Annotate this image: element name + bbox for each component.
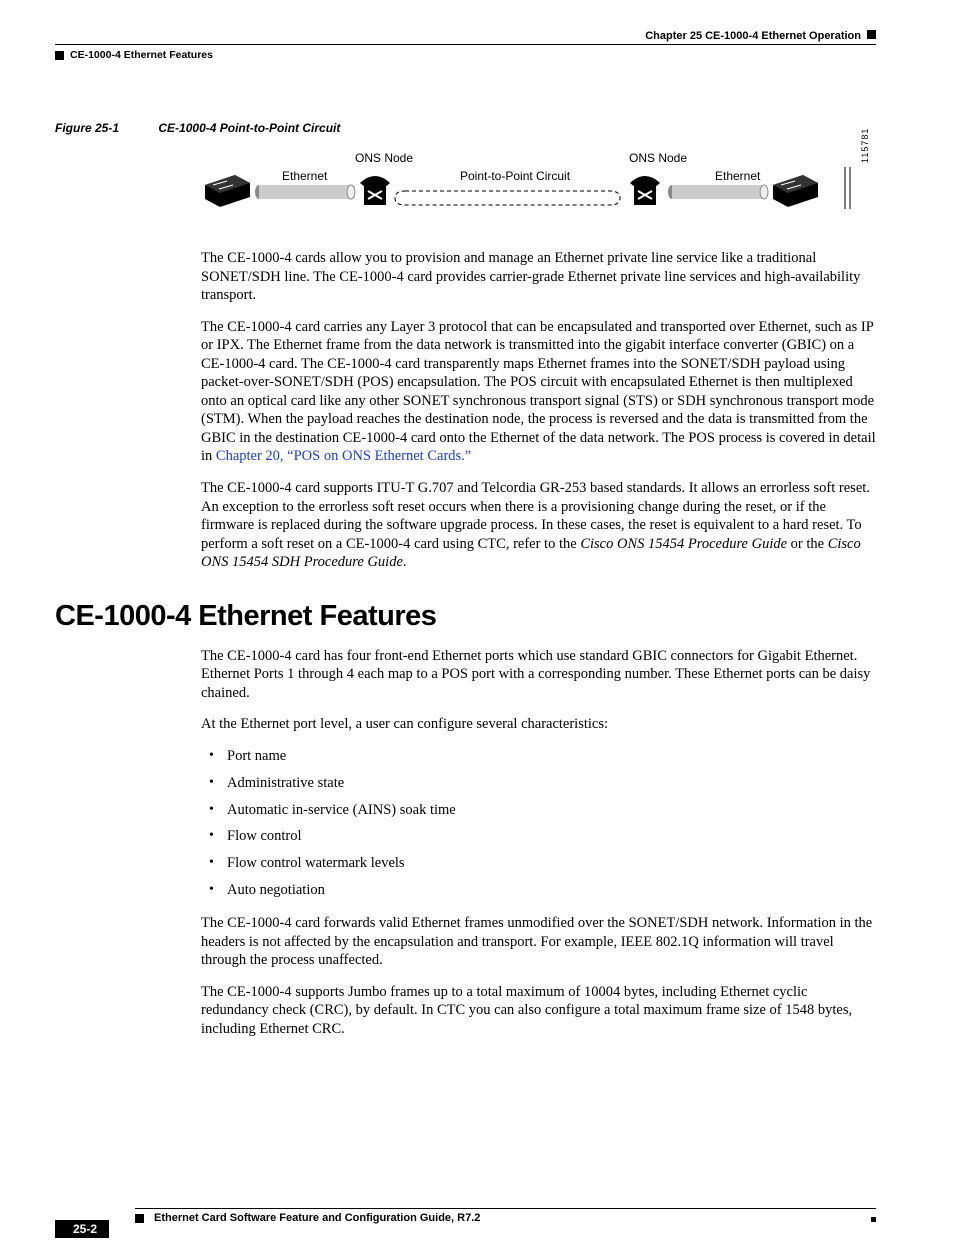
paragraph: The CE-1000-4 card carries any Layer 3 p… bbox=[201, 318, 876, 466]
paragraph: The CE-1000-4 card supports ITU-T G.707 … bbox=[201, 479, 876, 572]
section-label: CE-1000-4 Ethernet Features bbox=[70, 49, 213, 61]
section-heading: CE-1000-4 Ethernet Features bbox=[55, 600, 876, 633]
figure-diagram: ONS Node ONS Node Ethernet Ethernet Poin… bbox=[205, 155, 876, 225]
page-number: 25-2 bbox=[55, 1220, 109, 1238]
guide-title: Ethernet Card Software Feature and Confi… bbox=[154, 1212, 480, 1224]
running-subheader: CE-1000-4 Ethernet Features bbox=[55, 49, 876, 61]
list-item: Automatic in-service (AINS) soak time bbox=[201, 801, 876, 820]
chapter-link[interactable]: Chapter 20, “POS on ONS Ethernet Cards.” bbox=[216, 448, 471, 464]
decor-square bbox=[55, 51, 64, 60]
ons-node-label-right: ONS Node bbox=[629, 151, 687, 165]
paragraph: The CE-1000-4 cards allow you to provisi… bbox=[201, 249, 876, 305]
ons-node-label-left: ONS Node bbox=[355, 151, 413, 165]
paragraph: The CE-1000-4 card has four front-end Et… bbox=[201, 647, 876, 703]
list-item: Flow control bbox=[201, 827, 876, 846]
list-item: Auto negotiation bbox=[201, 881, 876, 900]
list-item: Flow control watermark levels bbox=[201, 854, 876, 873]
paragraph: The CE-1000-4 supports Jumbo frames up t… bbox=[201, 983, 876, 1039]
figure-sidecode: 115781 bbox=[860, 128, 870, 163]
decor-square bbox=[867, 30, 876, 39]
decor-square bbox=[135, 1214, 144, 1223]
figure-caption: Figure 25-1 CE-1000-4 Point-to-Point Cir… bbox=[55, 121, 876, 135]
text-run: The CE-1000-4 card carries any Layer 3 p… bbox=[201, 319, 876, 465]
paragraph: The CE-1000-4 card forwards valid Ethern… bbox=[201, 914, 876, 970]
chapter-label: Chapter 25 CE-1000-4 Ethernet Operation bbox=[645, 30, 861, 42]
network-diagram-icon bbox=[205, 167, 865, 215]
doc-title-italic: Cisco ONS 15454 Procedure Guide bbox=[580, 536, 787, 552]
page-footer: Ethernet Card Software Feature and Confi… bbox=[55, 1208, 876, 1224]
text-run: . bbox=[403, 554, 407, 570]
text-run: or the bbox=[787, 536, 828, 552]
list-item: Administrative state bbox=[201, 774, 876, 793]
list-item: Port name bbox=[201, 747, 876, 766]
running-header: Chapter 25 CE-1000-4 Ethernet Operation bbox=[55, 30, 876, 45]
decor-square bbox=[871, 1217, 876, 1222]
figure-number: Figure 25-1 bbox=[55, 121, 119, 135]
paragraph: At the Ethernet port level, a user can c… bbox=[201, 715, 876, 734]
bullet-list: Port name Administrative state Automatic… bbox=[201, 747, 876, 900]
figure-title: CE-1000-4 Point-to-Point Circuit bbox=[158, 121, 340, 135]
